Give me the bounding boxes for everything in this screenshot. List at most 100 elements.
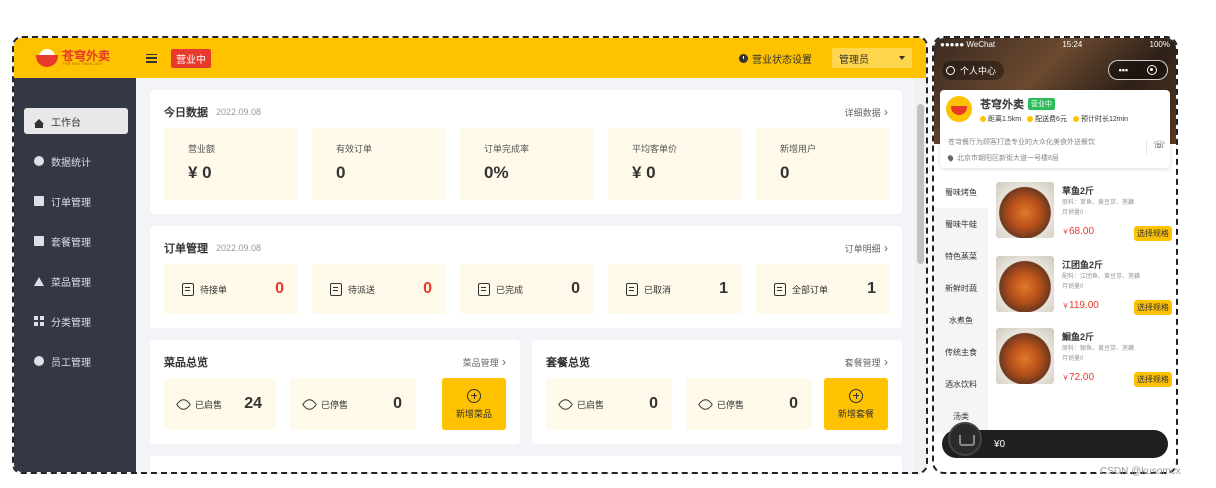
sidebar-item-label: 套餐管理 [51,237,91,249]
shop-name: 苍穹外卖 [980,99,1024,111]
status-bar: ●●●●● WeChat 15:24 100% [940,40,1170,52]
all-orders-icon [774,282,786,296]
menu-toggle-icon[interactable] [146,53,157,63]
cancelled-order-icon [626,282,638,296]
card-date: 2022.09.08 [216,243,262,253]
category-item[interactable]: 蜀味牛蛙 [934,208,988,240]
stats-icon [34,156,44,166]
card-title: 菜品总览 [164,357,208,369]
select-spec-button[interactable]: 选择规格 [1134,300,1172,315]
cart-bar[interactable]: ¥0 [942,422,1168,458]
plus-circle-icon [849,388,863,403]
order-detail-link[interactable]: 订单明细 [845,241,888,255]
sidebar-item-categories[interactable]: 分类管理 [24,308,128,334]
order-pending[interactable]: 待接单 0 [164,264,298,314]
card-title: 今日数据 [164,107,208,119]
more-icon[interactable]: ••• [1119,65,1128,75]
combo-off-sale[interactable]: 已停售 0 [686,378,812,430]
dish-desc: 原料：鮰鱼、黄豆芽、莲藕 [1062,346,1135,352]
category-item[interactable]: 特色蒸菜 [934,240,988,272]
shop-meta: 距离1.5km 配送费6元 预计时长12min [980,114,1134,124]
sidebar-item-label: 员工管理 [51,357,91,369]
shop-address: 北京市朝阳区新街大道一号楼8层 [957,155,1059,162]
dish-sales: 月销量0 [1062,356,1084,362]
dish-sales: 月销量0 [1062,210,1084,216]
sidebar-item-statistics[interactable]: 数据统计 [24,148,128,174]
stat-valid-orders: 有效订单 0 [312,128,446,200]
mini-program-phone: ●●●●● WeChat 15:24 100% 个人中心 ••• 苍穹外卖 营业中… [932,36,1178,474]
dish-price: 68.00 [1069,226,1095,237]
dish-price: 119.00 [1069,300,1099,311]
dish-name: 鮰鱼2斤 [1062,332,1095,342]
home-icon [34,118,44,128]
order-cancelled[interactable]: 已取消 1 [608,264,742,314]
sidebar-item-workbench[interactable]: 工作台 [24,108,128,134]
dish-on-sale[interactable]: 已启售 24 [164,378,276,430]
fee-icon [1027,116,1034,122]
watermark: CSDN @kusomcx [1100,466,1181,477]
sidebar-item-label: 菜品管理 [51,277,91,289]
category-item[interactable]: 蜀味烤鱼 [934,176,988,208]
completed-order-icon [478,282,490,296]
tag-icon [557,396,574,412]
category-item[interactable]: 酒水饮料 [934,368,988,400]
dish-desc: 原料：草鱼、黄豆芽、莲藕 [1062,200,1135,206]
select-spec-button[interactable]: 选择规格 [1134,372,1172,387]
stat-completion-rate: 订单完成率 0% [460,128,594,200]
dish-icon [34,276,44,286]
admin-dashboard: 苍穹外卖 THE SKY TAKE-OUT 营业中 营业状态设置 管理员 工作台… [12,36,928,474]
combo-on-sale[interactable]: 已启售 0 [546,378,672,430]
dish-off-sale[interactable]: 已停售 0 [290,378,416,430]
wechat-capsule[interactable]: ••• [1108,60,1168,80]
dish-sales: 月销量0 [1062,284,1084,290]
category-icon [34,316,44,326]
add-combo-button[interactable]: 新增套餐 [824,378,888,430]
sidebar-item-employees[interactable]: 员工管理 [24,348,128,374]
close-mini-program-icon[interactable] [1147,65,1158,75]
dish-price: 72.00 [1069,372,1095,383]
delivery-icon [330,282,342,296]
order-to-deliver[interactable]: 待派送 0 [312,264,446,314]
user-icon [946,65,955,75]
main-content: 今日数据 2022.09.08 详细数据 营业额¥ 0 有效订单0 订单完成率0… [136,78,926,472]
add-dish-button[interactable]: 新增菜品 [442,378,506,430]
time: 15:24 [1062,40,1083,49]
dish-management-link[interactable]: 菜品管理 [463,355,506,369]
detail-data-link[interactable]: 详细数据 [845,105,888,119]
time-icon [1072,116,1079,122]
order-completed[interactable]: 已完成 0 [460,264,594,314]
admin-label: 管理员 [839,54,869,66]
cart-total: ¥0 [994,438,1006,450]
phone-call-icon[interactable]: ☏ [1146,140,1166,154]
admin-dropdown[interactable]: 管理员 [832,48,912,68]
card-title: 套餐总览 [546,357,590,369]
status-tag: 营业中 [171,48,211,68]
select-spec-button[interactable]: 选择规格 [1134,226,1172,241]
order-icon [34,196,44,206]
logo-bowl-icon [36,49,58,67]
dish-item: 鮰鱼2斤 原料：鮰鱼、黄豆芽、莲藕 月销量0 ￥72.00 选择规格 [996,328,1172,392]
shop-logo [946,96,972,122]
sidebar-item-label: 工作台 [51,117,81,129]
sidebar-item-orders[interactable]: 订单管理 [24,188,128,214]
carrier: ●●●●● WeChat [940,40,996,49]
combo-management-link[interactable]: 套餐管理 [845,355,888,369]
order-all[interactable]: 全部订单 1 [756,264,890,314]
stat-avg-price: 平均客单价 ¥ 0 [608,128,742,200]
personal-center-button[interactable]: 个人中心 [942,60,1005,80]
status-setting-button[interactable]: 营业状态设置 [739,51,812,66]
sidebar-item-combos[interactable]: 套餐管理 [24,228,128,254]
category-item[interactable]: 新鲜时蔬 [934,272,988,304]
location-pin-icon [946,154,955,162]
combo-overview-card: 套餐总览 套餐管理 已启售0 已停售0 新增套餐 [532,340,902,444]
today-data-card: 今日数据 2022.09.08 详细数据 营业额¥ 0 有效订单0 订单完成率0… [150,90,902,214]
dish-overview-card: 菜品总览 菜品管理 已启售24 已停售0 新增菜品 [150,340,520,444]
cart-icon[interactable] [948,422,982,456]
sidebar-item-dishes[interactable]: 菜品管理 [24,268,128,294]
scrollbar-thumb[interactable] [917,104,924,264]
logo: 苍穹外卖 THE SKY TAKE-OUT [14,49,134,67]
caret-down-icon [899,56,905,60]
category-item[interactable]: 传统主食 [934,336,988,368]
category-item[interactable]: 水煮鱼 [934,304,988,336]
scrollbar[interactable] [914,78,926,472]
